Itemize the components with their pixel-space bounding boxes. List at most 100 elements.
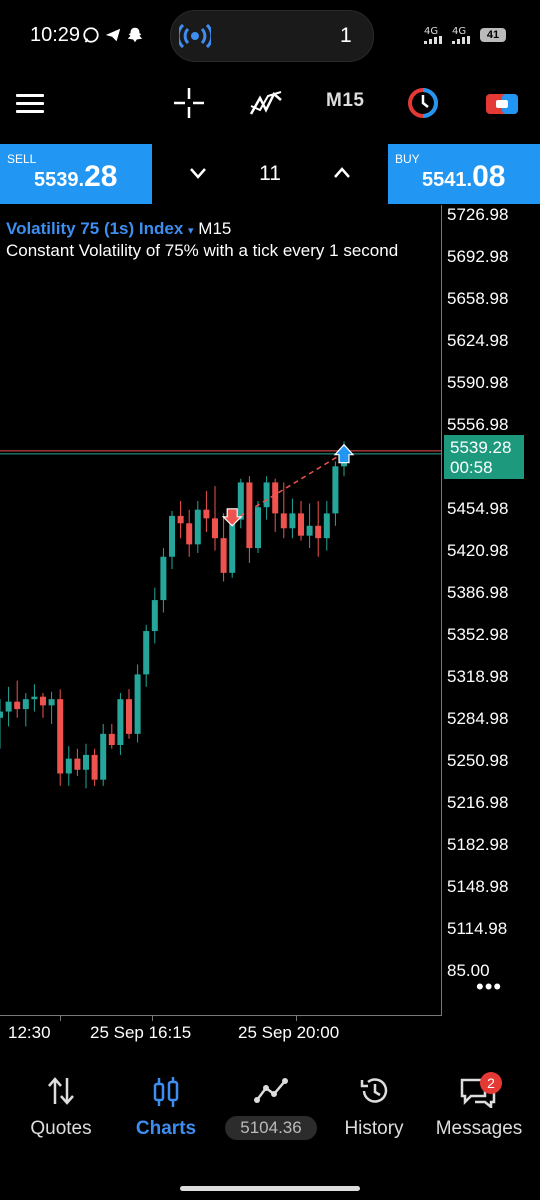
candle-body bbox=[108, 733, 115, 745]
candle bbox=[212, 486, 218, 551]
buy-price-pips: 08 bbox=[472, 160, 506, 193]
home-indicator[interactable] bbox=[180, 1186, 360, 1191]
chart-toolbar: M15 bbox=[0, 72, 540, 140]
sell-button[interactable]: SELL 5539.28 bbox=[0, 144, 152, 204]
candle bbox=[315, 501, 322, 557]
telegram-icon bbox=[105, 28, 121, 42]
candle bbox=[31, 684, 38, 712]
battery-icon: 41 bbox=[480, 28, 506, 42]
candle bbox=[117, 692, 124, 755]
candle-body bbox=[151, 600, 158, 632]
candle-body bbox=[263, 482, 270, 508]
candle-body bbox=[74, 758, 81, 770]
candle bbox=[306, 503, 313, 549]
candle bbox=[272, 478, 279, 532]
price-tick-label: 5726.98 bbox=[447, 205, 509, 224]
menu-icon[interactable] bbox=[14, 92, 46, 116]
candle bbox=[263, 476, 270, 520]
signal-bars-icon bbox=[452, 36, 470, 44]
status-bar: 10:29 1 4G 4G 41 bbox=[0, 0, 540, 72]
more-options-icon[interactable]: ••• bbox=[476, 974, 502, 1000]
candle bbox=[91, 748, 98, 786]
candle bbox=[143, 624, 150, 687]
price-tick-label: 5556.98 bbox=[447, 415, 509, 434]
candle bbox=[151, 587, 158, 644]
candle-body bbox=[31, 696, 38, 700]
price-tick-label: 5590.98 bbox=[447, 373, 509, 392]
candle-body bbox=[332, 466, 339, 514]
price-tick-label: 5216.98 bbox=[447, 793, 509, 812]
candle-body bbox=[212, 518, 218, 539]
price-tick-label: 5420.98 bbox=[447, 541, 509, 560]
candle bbox=[177, 501, 184, 539]
candle bbox=[237, 478, 244, 529]
time-tick-label: 25 Sep 20:00 bbox=[238, 1023, 340, 1042]
candle bbox=[14, 680, 21, 718]
whatsapp-icon bbox=[83, 27, 99, 43]
candle-body bbox=[306, 525, 313, 536]
candle-body bbox=[246, 482, 253, 549]
quotes-icon bbox=[48, 1077, 74, 1105]
current-price: 5539.28 bbox=[450, 438, 512, 457]
trade-icon bbox=[254, 1078, 288, 1103]
buy-label: BUY bbox=[395, 152, 420, 166]
candle bbox=[323, 501, 330, 551]
price-tick-label: 5114.98 bbox=[447, 919, 508, 938]
candle bbox=[5, 686, 12, 727]
chevron-up-icon[interactable] bbox=[333, 166, 351, 180]
candle bbox=[126, 689, 132, 739]
indicators-icon[interactable] bbox=[248, 86, 284, 120]
candle bbox=[108, 723, 115, 749]
candle bbox=[194, 501, 201, 554]
candle bbox=[65, 746, 72, 786]
sell-label: SELL bbox=[7, 152, 37, 166]
candlestick-chart[interactable] bbox=[0, 205, 441, 1015]
nav-label-quotes: Quotes bbox=[30, 1118, 92, 1139]
candle-body bbox=[83, 754, 89, 770]
crosshair-icon[interactable] bbox=[172, 86, 206, 120]
candle-body bbox=[272, 482, 279, 514]
lot-value[interactable]: 11 bbox=[153, 162, 387, 186]
snapchat-icon bbox=[127, 27, 143, 43]
live-count: 1 bbox=[340, 24, 352, 47]
price-tick-label: 5386.98 bbox=[447, 583, 509, 602]
buy-button[interactable]: BUY 5541.08 bbox=[388, 144, 540, 204]
clock-icon[interactable] bbox=[406, 86, 440, 120]
candle-countdown: 00:58 bbox=[450, 458, 493, 477]
candle-body bbox=[100, 733, 107, 780]
timeframe-button[interactable]: M15 bbox=[326, 90, 364, 112]
candle-body bbox=[186, 523, 193, 545]
candle bbox=[332, 461, 339, 526]
candle-body bbox=[117, 699, 124, 745]
candle-body bbox=[177, 515, 184, 524]
price-tick-label: 5284.98 bbox=[447, 709, 509, 728]
broadcast-icon bbox=[179, 23, 211, 49]
time-tick-mark bbox=[296, 1015, 297, 1021]
price-tick-label: 5352.98 bbox=[447, 625, 509, 644]
candle bbox=[289, 498, 296, 539]
candle bbox=[100, 723, 107, 786]
candle-body bbox=[194, 509, 201, 545]
candle bbox=[134, 664, 141, 743]
candle-body bbox=[298, 513, 304, 536]
price-tick-label: 5624.98 bbox=[447, 331, 509, 350]
candle bbox=[48, 691, 55, 724]
candle-body bbox=[160, 556, 167, 601]
candle-body bbox=[280, 513, 287, 529]
candle-body bbox=[5, 701, 12, 712]
candle-body bbox=[126, 699, 132, 734]
trade-panel-icon[interactable] bbox=[484, 90, 520, 118]
lot-stepper: 11 bbox=[153, 144, 387, 204]
candle bbox=[83, 743, 89, 789]
buy-price: 5541.08 bbox=[422, 160, 505, 194]
time-axis-line bbox=[0, 1015, 442, 1016]
candle bbox=[22, 692, 29, 727]
candle-body bbox=[48, 699, 55, 706]
time-tick-mark bbox=[60, 1015, 61, 1021]
time-tick-mark bbox=[152, 1015, 153, 1021]
candle bbox=[298, 501, 304, 541]
nav-label-history: History bbox=[344, 1118, 404, 1139]
candle-body bbox=[203, 509, 210, 519]
price-tick-label: 5658.98 bbox=[447, 289, 509, 308]
price-tick-label: 5182.98 bbox=[447, 835, 509, 854]
